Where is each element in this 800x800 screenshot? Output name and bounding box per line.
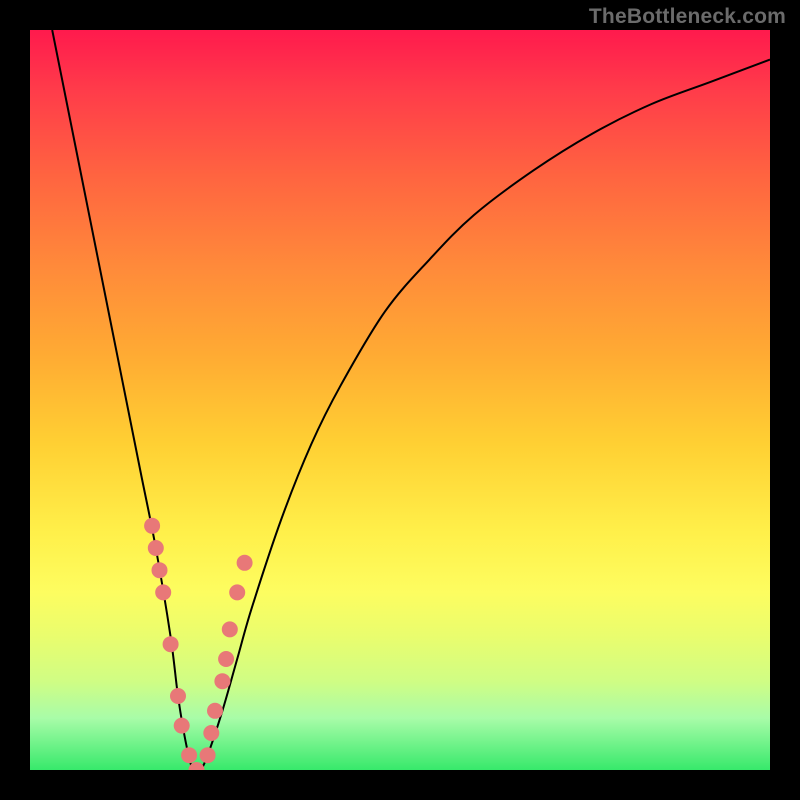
chart-svg (30, 30, 770, 770)
marker-dot (203, 725, 219, 741)
marker-dot (144, 518, 160, 534)
marker-dot (155, 584, 171, 600)
marker-dot (152, 562, 168, 578)
marker-dot (229, 584, 245, 600)
marker-dot (214, 673, 230, 689)
highlight-dots (144, 518, 253, 770)
marker-dot (163, 636, 179, 652)
marker-dot (148, 540, 164, 556)
watermark: TheBottleneck.com (589, 5, 786, 29)
marker-dot (218, 651, 234, 667)
bottleneck-curve (52, 30, 770, 770)
marker-dot (170, 688, 186, 704)
marker-dot (222, 621, 238, 637)
marker-dot (174, 718, 190, 734)
marker-dot (207, 703, 223, 719)
marker-dot (181, 747, 197, 763)
marker-dot (200, 747, 216, 763)
plot-area (30, 30, 770, 770)
frame: TheBottleneck.com (0, 0, 800, 800)
marker-dot (237, 555, 253, 571)
